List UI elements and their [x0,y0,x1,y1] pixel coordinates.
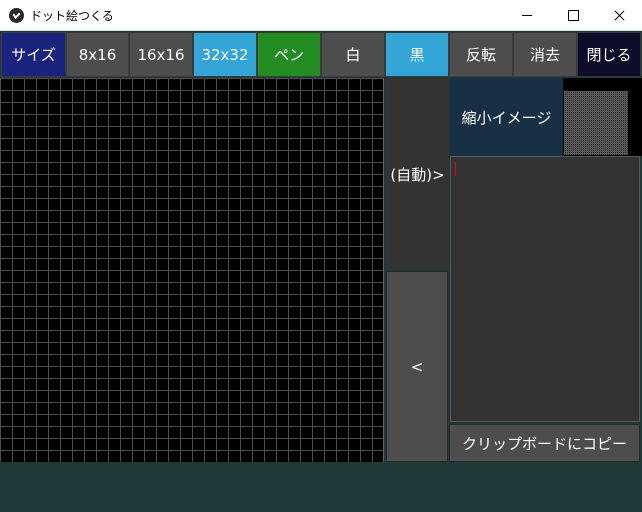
black-color-button[interactable]: 黒 [385,32,449,77]
toolbar: サイズ 8x16 16x16 32x32 ペン 白 黒 反転 消去 閉じる [0,31,642,78]
window-title: ドット絵つくる [30,9,114,23]
clear-button[interactable]: 消去 [513,32,577,77]
text-caret [455,162,456,176]
auto-generate-button[interactable]: (自動)> [386,78,449,270]
size-32x32-button[interactable]: 32x32 [193,32,257,77]
pen-button[interactable]: ペン [257,32,321,77]
back-button[interactable]: < [386,271,448,462]
minimize-icon[interactable] [504,0,550,31]
output-text-area[interactable] [450,156,640,422]
close-app-button[interactable]: 閉じる [577,32,641,77]
close-icon[interactable] [596,0,642,31]
status-panel [0,462,642,512]
size-16x16-button[interactable]: 16x16 [129,32,193,77]
thumbnail-label: 縮小イメージ [450,78,563,156]
thumbnail-panel [563,78,642,156]
copy-to-clipboard-button[interactable]: クリップボードにコピー [449,424,640,462]
size-label: サイズ [1,32,66,77]
invert-button[interactable]: 反転 [449,32,513,77]
title-bar: ドット絵つくる [0,0,642,31]
app-logo-icon [9,8,24,23]
pixel-canvas[interactable] [0,78,384,462]
size-8x16-button[interactable]: 8x16 [66,32,129,77]
maximize-icon[interactable] [550,0,596,31]
white-color-button[interactable]: 白 [321,32,385,77]
thumbnail-preview [564,91,628,155]
